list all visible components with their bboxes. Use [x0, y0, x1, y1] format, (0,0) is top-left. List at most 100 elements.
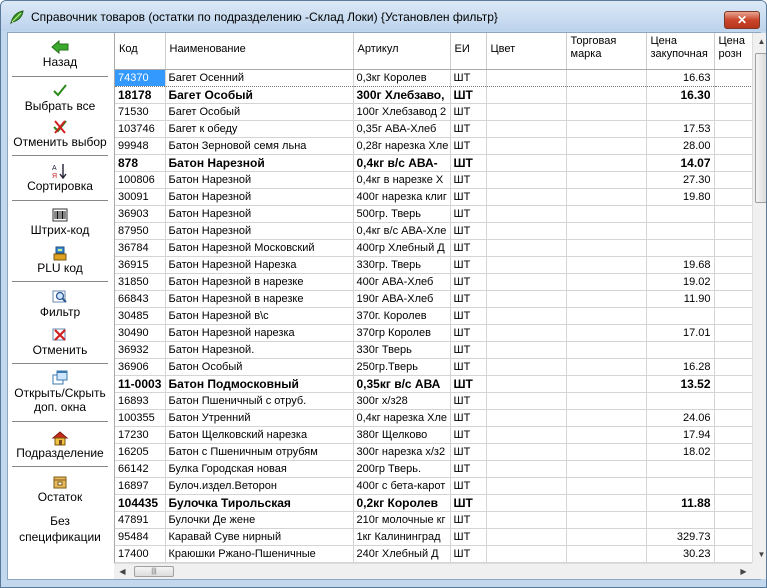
cell-retail[interactable]	[714, 511, 752, 529]
cell-retail[interactable]	[714, 239, 752, 257]
cell-article[interactable]: 370гр Королев	[353, 324, 451, 342]
table-row[interactable]: 36903 Батон Нарезной 500гр. Тверь ШТ	[115, 205, 752, 223]
cell-code[interactable]: 104435	[115, 494, 166, 512]
cell-name[interactable]: Батон Подмосковный	[165, 375, 354, 393]
table-row[interactable]: 66843 Батон Нарезной в нарезке 190г АВА-Хл…	[115, 290, 752, 308]
cell-article[interactable]: 0,3кг Королев	[353, 69, 451, 87]
cell-brand[interactable]	[566, 222, 647, 240]
table-row[interactable]: 100355 Батон Утренний 0,4кг нарезка Хле ШТ 2…	[115, 409, 752, 427]
cell-unit[interactable]: ШТ	[450, 477, 487, 495]
cell-retail[interactable]	[714, 256, 752, 274]
cell-article[interactable]: 400г с бета-карот	[353, 477, 451, 495]
cell-retail[interactable]	[714, 341, 752, 359]
cell-color[interactable]	[486, 69, 567, 87]
cell-code[interactable]: 18178	[115, 86, 166, 104]
cell-article[interactable]: 0,4кг в/с АВА-	[353, 154, 451, 172]
cancel-selection-button[interactable]: Отменить выбор	[8, 119, 112, 149]
vertical-scroll-thumb[interactable]	[755, 53, 766, 203]
cell-color[interactable]	[486, 426, 567, 444]
cell-color[interactable]	[486, 545, 567, 563]
cell-name[interactable]: Батон Нарезной	[165, 171, 354, 189]
cell-unit[interactable]: ШТ	[450, 188, 487, 206]
cell-price[interactable]	[646, 341, 715, 359]
cell-article[interactable]: 330г Тверь	[353, 341, 451, 359]
cell-unit[interactable]: ШТ	[450, 443, 487, 461]
table-row[interactable]: 17400 Краюшки Ржано-Пшеничные 240г Хлебный…	[115, 545, 752, 563]
cell-retail[interactable]	[714, 103, 752, 121]
col-header-name[interactable]: Наименование	[165, 33, 354, 70]
cell-code[interactable]: 30485	[115, 307, 166, 325]
cell-retail[interactable]	[714, 392, 752, 410]
cell-name[interactable]: Батон Нарезной	[165, 154, 354, 172]
table-row[interactable]: 95484 Каравай Суве нирный 1кг Калининград Ш…	[115, 528, 752, 546]
cell-code[interactable]: 74370	[115, 69, 166, 87]
cell-code[interactable]: 16893	[115, 392, 166, 410]
cell-name[interactable]: Батон Нарезной.	[165, 341, 354, 359]
scroll-right-icon[interactable]: ▶	[735, 564, 752, 580]
products-grid[interactable]: Код Наименование Артикул ЕИ Цвет Торгова…	[114, 33, 752, 563]
remainder-button[interactable]: Остаток	[8, 474, 112, 504]
cell-article[interactable]: 0,35кг в/с АВА	[353, 375, 451, 393]
cell-name[interactable]: Булочки Де жене	[165, 511, 354, 529]
cell-brand[interactable]	[566, 171, 647, 189]
cell-brand[interactable]	[566, 460, 647, 478]
table-row[interactable]: 36915 Батон Нарезной Нарезка 330гр. Тверь Ш…	[115, 256, 752, 274]
cell-price[interactable]: 17.53	[646, 120, 715, 138]
cell-retail[interactable]	[714, 188, 752, 206]
vertical-scrollbar[interactable]: ▲ ▼	[752, 33, 766, 563]
cell-color[interactable]	[486, 358, 567, 376]
cell-retail[interactable]	[714, 426, 752, 444]
cell-brand[interactable]	[566, 545, 647, 563]
cell-name[interactable]: Батон Нарезной нарезка	[165, 324, 354, 342]
cell-brand[interactable]	[566, 137, 647, 155]
cell-article[interactable]: 240г Хлебный Д	[353, 545, 451, 563]
cell-code[interactable]: 17400	[115, 545, 166, 563]
cell-unit[interactable]: ШТ	[450, 273, 487, 291]
cell-article[interactable]: 0,4кг нарезка Хле	[353, 409, 451, 427]
cell-price[interactable]	[646, 205, 715, 223]
sort-button[interactable]: AЯ Сортировка	[8, 163, 112, 193]
cell-price[interactable]: 329.73	[646, 528, 715, 546]
cell-unit[interactable]: ШТ	[450, 511, 487, 529]
cell-retail[interactable]	[714, 358, 752, 376]
cell-code[interactable]: 99948	[115, 137, 166, 155]
cell-brand[interactable]	[566, 494, 647, 512]
cell-name[interactable]: Багет к обеду	[165, 120, 354, 138]
cell-code[interactable]: 95484	[115, 528, 166, 546]
cell-article[interactable]: 300г Хлебзаво,	[353, 86, 451, 104]
cell-unit[interactable]: ШТ	[450, 392, 487, 410]
close-button[interactable]: ✕	[724, 11, 760, 29]
cell-code[interactable]: 47891	[115, 511, 166, 529]
cell-retail[interactable]	[714, 273, 752, 291]
cell-price[interactable]: 27.30	[646, 171, 715, 189]
cell-unit[interactable]: ШТ	[450, 171, 487, 189]
cell-code[interactable]: 71530	[115, 103, 166, 121]
cell-code[interactable]: 36903	[115, 205, 166, 223]
department-button[interactable]: Подразделение	[8, 430, 112, 460]
cell-brand[interactable]	[566, 154, 647, 172]
cell-code[interactable]: 66142	[115, 460, 166, 478]
cell-unit[interactable]: ШТ	[450, 137, 487, 155]
cell-retail[interactable]	[714, 494, 752, 512]
cell-retail[interactable]	[714, 69, 752, 87]
table-row[interactable]: 30485 Батон Нарезной в\с 370г. Королев ШТ	[115, 307, 752, 325]
cell-retail[interactable]	[714, 409, 752, 427]
cell-article[interactable]: 500гр. Тверь	[353, 205, 451, 223]
cell-unit[interactable]: ШТ	[450, 86, 487, 104]
table-row[interactable]: 36784 Батон Нарезной Московский 400гр Хлеб…	[115, 239, 752, 257]
cell-price[interactable]: 28.00	[646, 137, 715, 155]
cell-article[interactable]: 400г нарезка клиг	[353, 188, 451, 206]
cell-color[interactable]	[486, 103, 567, 121]
cell-article[interactable]: 190г АВА-Хлеб	[353, 290, 451, 308]
cell-code[interactable]: 36784	[115, 239, 166, 257]
table-row[interactable]: 36932 Батон Нарезной. 330г Тверь ШТ	[115, 341, 752, 359]
cell-article[interactable]: 380г Щелково	[353, 426, 451, 444]
cell-retail[interactable]	[714, 375, 752, 393]
cell-brand[interactable]	[566, 69, 647, 87]
cell-price[interactable]: 17.01	[646, 324, 715, 342]
cell-color[interactable]	[486, 154, 567, 172]
cell-name[interactable]: Батон Нарезной Московский	[165, 239, 354, 257]
cell-price[interactable]	[646, 511, 715, 529]
cell-brand[interactable]	[566, 86, 647, 104]
cell-unit[interactable]: ШТ	[450, 256, 487, 274]
